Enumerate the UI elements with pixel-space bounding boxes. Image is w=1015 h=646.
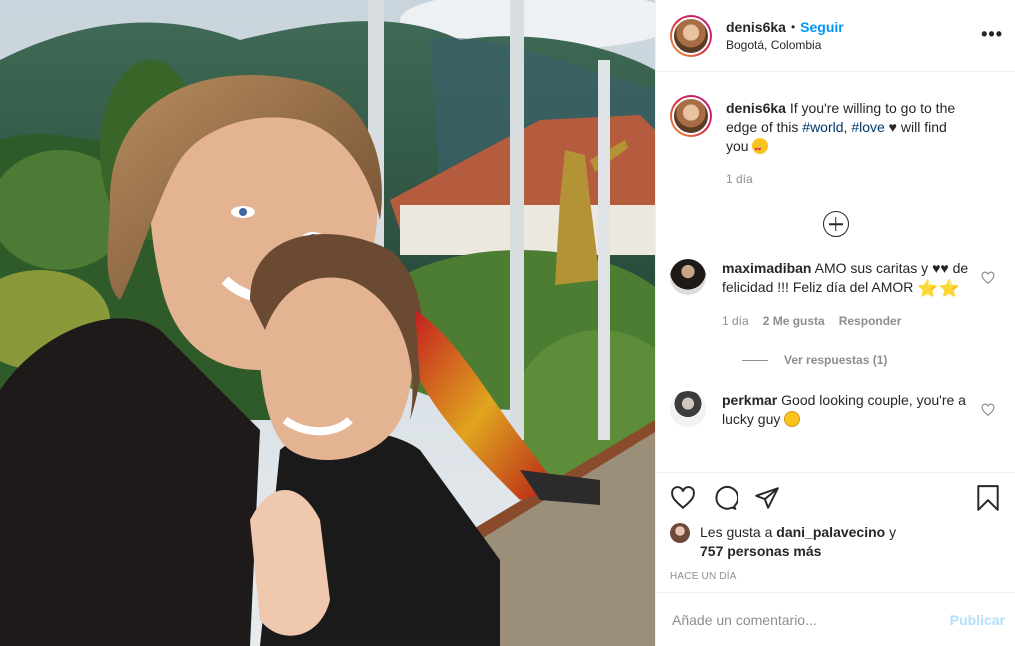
add-comment-bar: Publicar	[656, 592, 1015, 646]
hashtag-love[interactable]: #love	[851, 119, 884, 135]
follow-button[interactable]: Seguir	[800, 19, 844, 35]
comment-icon[interactable]	[712, 485, 738, 511]
like-comment-icon[interactable]	[981, 271, 995, 285]
load-more-comments-icon[interactable]	[822, 211, 849, 237]
likes-suffix: y	[885, 524, 897, 540]
post-actions: Les gusta a dani_palavecino y 757 person…	[656, 472, 1015, 592]
post-sidebar: denis6ka • Seguir Bogotá, Colombia ••• d…	[655, 0, 1015, 646]
share-icon[interactable]	[754, 485, 780, 511]
liker-username[interactable]: dani_palavecino	[776, 524, 885, 540]
replies-divider	[742, 359, 768, 361]
caption-avatar[interactable]	[670, 95, 712, 137]
post-photo[interactable]	[0, 0, 655, 646]
post-image	[0, 0, 655, 646]
separator-dot: •	[790, 20, 796, 34]
comments-list[interactable]: denis6ka If you're willing to go to the …	[656, 73, 1015, 471]
caption-time[interactable]: 1 día	[726, 170, 753, 189]
hashtag-world[interactable]: #world	[802, 119, 843, 135]
heart-eyes-emoji-icon	[752, 138, 769, 160]
commenter-username[interactable]: maximadiban	[722, 260, 811, 276]
view-replies-button[interactable]: Ver respuestas (1)	[728, 353, 1001, 367]
likes-count[interactable]: 757 personas más	[700, 543, 821, 559]
view-replies-label: Ver respuestas (1)	[784, 353, 888, 367]
comment-likes[interactable]: 2 Me gusta	[763, 312, 825, 331]
reply-button[interactable]: Responder	[839, 312, 902, 331]
likes-summary[interactable]: Les gusta a dani_palavecino y 757 person…	[670, 523, 1001, 561]
smile-emoji-icon	[784, 411, 801, 427]
post-timestamp[interactable]: HACE UN DÍA	[670, 571, 1001, 582]
location-link[interactable]: Bogotá, Colombia	[726, 38, 844, 52]
author-username[interactable]: denis6ka	[726, 19, 786, 35]
comment-input[interactable]	[672, 611, 950, 628]
author-avatar[interactable]	[670, 14, 712, 57]
caption: denis6ka If you're willing to go to the …	[670, 95, 1001, 189]
commenter-avatar[interactable]	[670, 259, 706, 295]
comment-item: maximadiban AMO sus caritas y ♥♥ de feli…	[670, 259, 1001, 331]
heart-icon[interactable]	[670, 485, 696, 511]
publish-button[interactable]: Publicar	[950, 612, 1005, 628]
like-comment-icon[interactable]	[981, 403, 995, 417]
bookmark-icon[interactable]	[975, 484, 1001, 512]
liker-avatar[interactable]	[670, 523, 690, 543]
commenter-username[interactable]: perkmar	[722, 392, 777, 408]
post-header: denis6ka • Seguir Bogotá, Colombia •••	[656, 0, 1015, 72]
comment-item: perkmar Good looking couple, you're a lu…	[670, 391, 1001, 429]
comment-time[interactable]: 1 día	[722, 312, 749, 331]
caption-username[interactable]: denis6ka	[726, 100, 786, 116]
commenter-avatar[interactable]	[670, 391, 706, 427]
more-icon[interactable]: •••	[981, 24, 1003, 45]
star-emoji-icon: ⭐⭐	[917, 279, 960, 298]
likes-prefix: Les gusta a	[700, 524, 777, 540]
